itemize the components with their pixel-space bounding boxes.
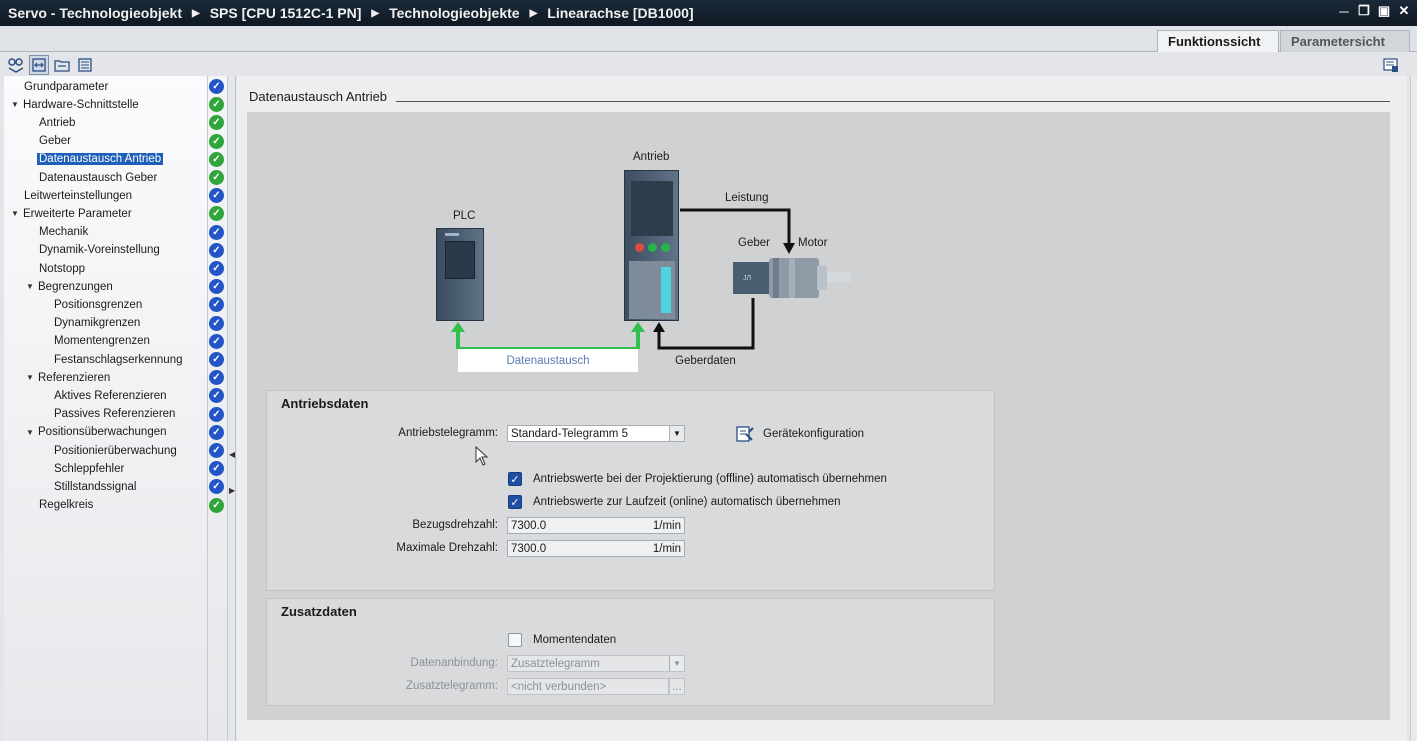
offline-auto-apply-label: Antriebswerte bei der Projektierung (off… bbox=[533, 473, 887, 485]
device-configuration-link[interactable]: Gerätekonfiguration bbox=[763, 428, 864, 440]
extra-telegram-value: <nicht verbunden> bbox=[511, 680, 607, 693]
connection-value: Zusatztelegramm bbox=[511, 657, 600, 670]
encoder-data-label: Geberdaten bbox=[675, 355, 736, 367]
ref-speed-unit: 1/min bbox=[652, 519, 681, 532]
ref-speed-label: Bezugsdrehzahl: bbox=[412, 519, 498, 531]
connection-dropdown[interactable]: Zusatztelegramm ▼ bbox=[507, 655, 685, 672]
extra-telegram-field[interactable]: <nicht verbunden> bbox=[507, 678, 669, 695]
extra-telegram-label: Zusatztelegramm: bbox=[405, 680, 498, 692]
offline-auto-apply-checkbox[interactable]: ✓ bbox=[508, 472, 522, 486]
svg-text:ЈЛ: ЈЛ bbox=[743, 275, 752, 282]
device-configuration-icon[interactable] bbox=[736, 425, 754, 443]
motor-label: Motor bbox=[798, 237, 828, 249]
plc-label: PLC bbox=[453, 210, 476, 222]
data-exchange-label: Datenaustausch bbox=[458, 349, 638, 372]
encoder-label: Geber bbox=[738, 237, 770, 249]
max-speed-field[interactable]: 7300.0 1/min bbox=[507, 540, 685, 557]
browse-button[interactable]: ... bbox=[669, 678, 685, 695]
max-speed-unit: 1/min bbox=[652, 542, 681, 555]
ref-speed-value: 7300.0 bbox=[511, 519, 547, 532]
drive-label: Antrieb bbox=[633, 151, 670, 163]
online-auto-apply-label: Antriebswerte zur Laufzeit (online) auto… bbox=[533, 496, 841, 508]
ref-speed-field[interactable]: 7300.0 1/min bbox=[507, 517, 685, 534]
max-speed-label: Maximale Drehzahl: bbox=[396, 542, 498, 554]
online-auto-apply-checkbox[interactable]: ✓ bbox=[508, 495, 522, 509]
exchange-connection bbox=[451, 322, 645, 351]
motor-icon: ЈЛ bbox=[733, 258, 851, 298]
chevron-down-icon[interactable]: ▼ bbox=[669, 656, 684, 671]
max-speed-value: 7300.0 bbox=[511, 542, 547, 555]
chevron-down-icon[interactable]: ▼ bbox=[669, 426, 684, 441]
drive-device-icon bbox=[624, 170, 679, 321]
drive-data-group: Antriebsdaten bbox=[266, 390, 995, 591]
additional-data-title: Zusatzdaten bbox=[281, 604, 357, 619]
torque-data-checkbox[interactable] bbox=[508, 633, 522, 647]
drive-data-title: Antriebsdaten bbox=[281, 396, 369, 411]
telegram-value: Standard-Telegramm 5 bbox=[511, 427, 628, 440]
power-label: Leistung bbox=[725, 192, 769, 204]
mouse-cursor-icon bbox=[475, 446, 489, 466]
plc-device-icon bbox=[436, 228, 484, 321]
connection-label: Datenanbindung: bbox=[410, 657, 498, 669]
torque-data-label: Momentendaten bbox=[533, 634, 617, 646]
telegram-dropdown[interactable]: Standard-Telegramm 5 ▼ bbox=[507, 425, 685, 442]
telegram-label: Antriebstelegramm: bbox=[398, 427, 498, 439]
